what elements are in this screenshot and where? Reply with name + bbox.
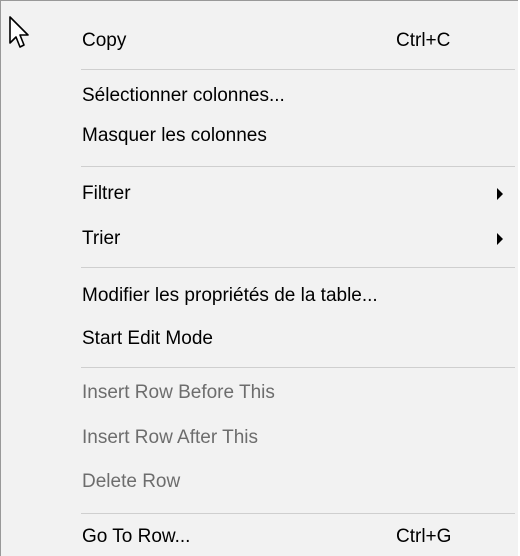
menu-item-label: Sélectionner colonnes... [82,85,285,106]
menu-item-copy[interactable]: Copy Ctrl+C [1,21,519,61]
menu-item-filter[interactable]: Filtrer [1,174,519,214]
menu-item-label: Start Edit Mode [82,328,213,349]
menu-item-insert-row-after: Insert Row After This [1,418,519,458]
menu-item-label: Delete Row [82,471,181,492]
menu-item-shortcut: Ctrl+G [396,526,452,547]
chevron-right-icon [497,188,503,200]
menu-item-label: Masquer les colonnes [82,125,267,146]
menu-item-select-columns[interactable]: Sélectionner colonnes... [1,76,519,116]
menu-item-label: Copy [82,30,127,51]
menu-item-hide-columns[interactable]: Masquer les colonnes [1,116,519,156]
menu-item-label: Insert Row After This [82,427,258,448]
menu-separator [81,267,515,268]
menu-item-insert-row-before: Insert Row Before This [1,373,519,413]
menu-separator [81,69,515,70]
menu-item-sort[interactable]: Trier [1,219,519,259]
menu-item-label: Go To Row... [82,526,191,547]
menu-item-table-properties[interactable]: Modifier les propriétés de la table... [1,276,519,316]
context-menu: Copy Ctrl+C Sélectionner colonnes... Mas… [0,0,518,556]
menu-item-label: Modifier les propriétés de la table... [82,285,378,306]
menu-item-delete-row: Delete Row [1,462,519,502]
menu-item-go-to-row[interactable]: Go To Row... Ctrl+G [1,517,519,556]
menu-item-shortcut: Ctrl+C [396,30,451,51]
menu-item-label: Filtrer [82,183,131,204]
menu-separator [81,513,515,514]
menu-separator [81,166,515,167]
chevron-right-icon [497,233,503,245]
menu-item-label: Trier [82,228,121,249]
menu-item-label: Insert Row Before This [82,382,275,403]
menu-separator [81,367,515,368]
menu-item-start-edit-mode[interactable]: Start Edit Mode [1,319,519,359]
